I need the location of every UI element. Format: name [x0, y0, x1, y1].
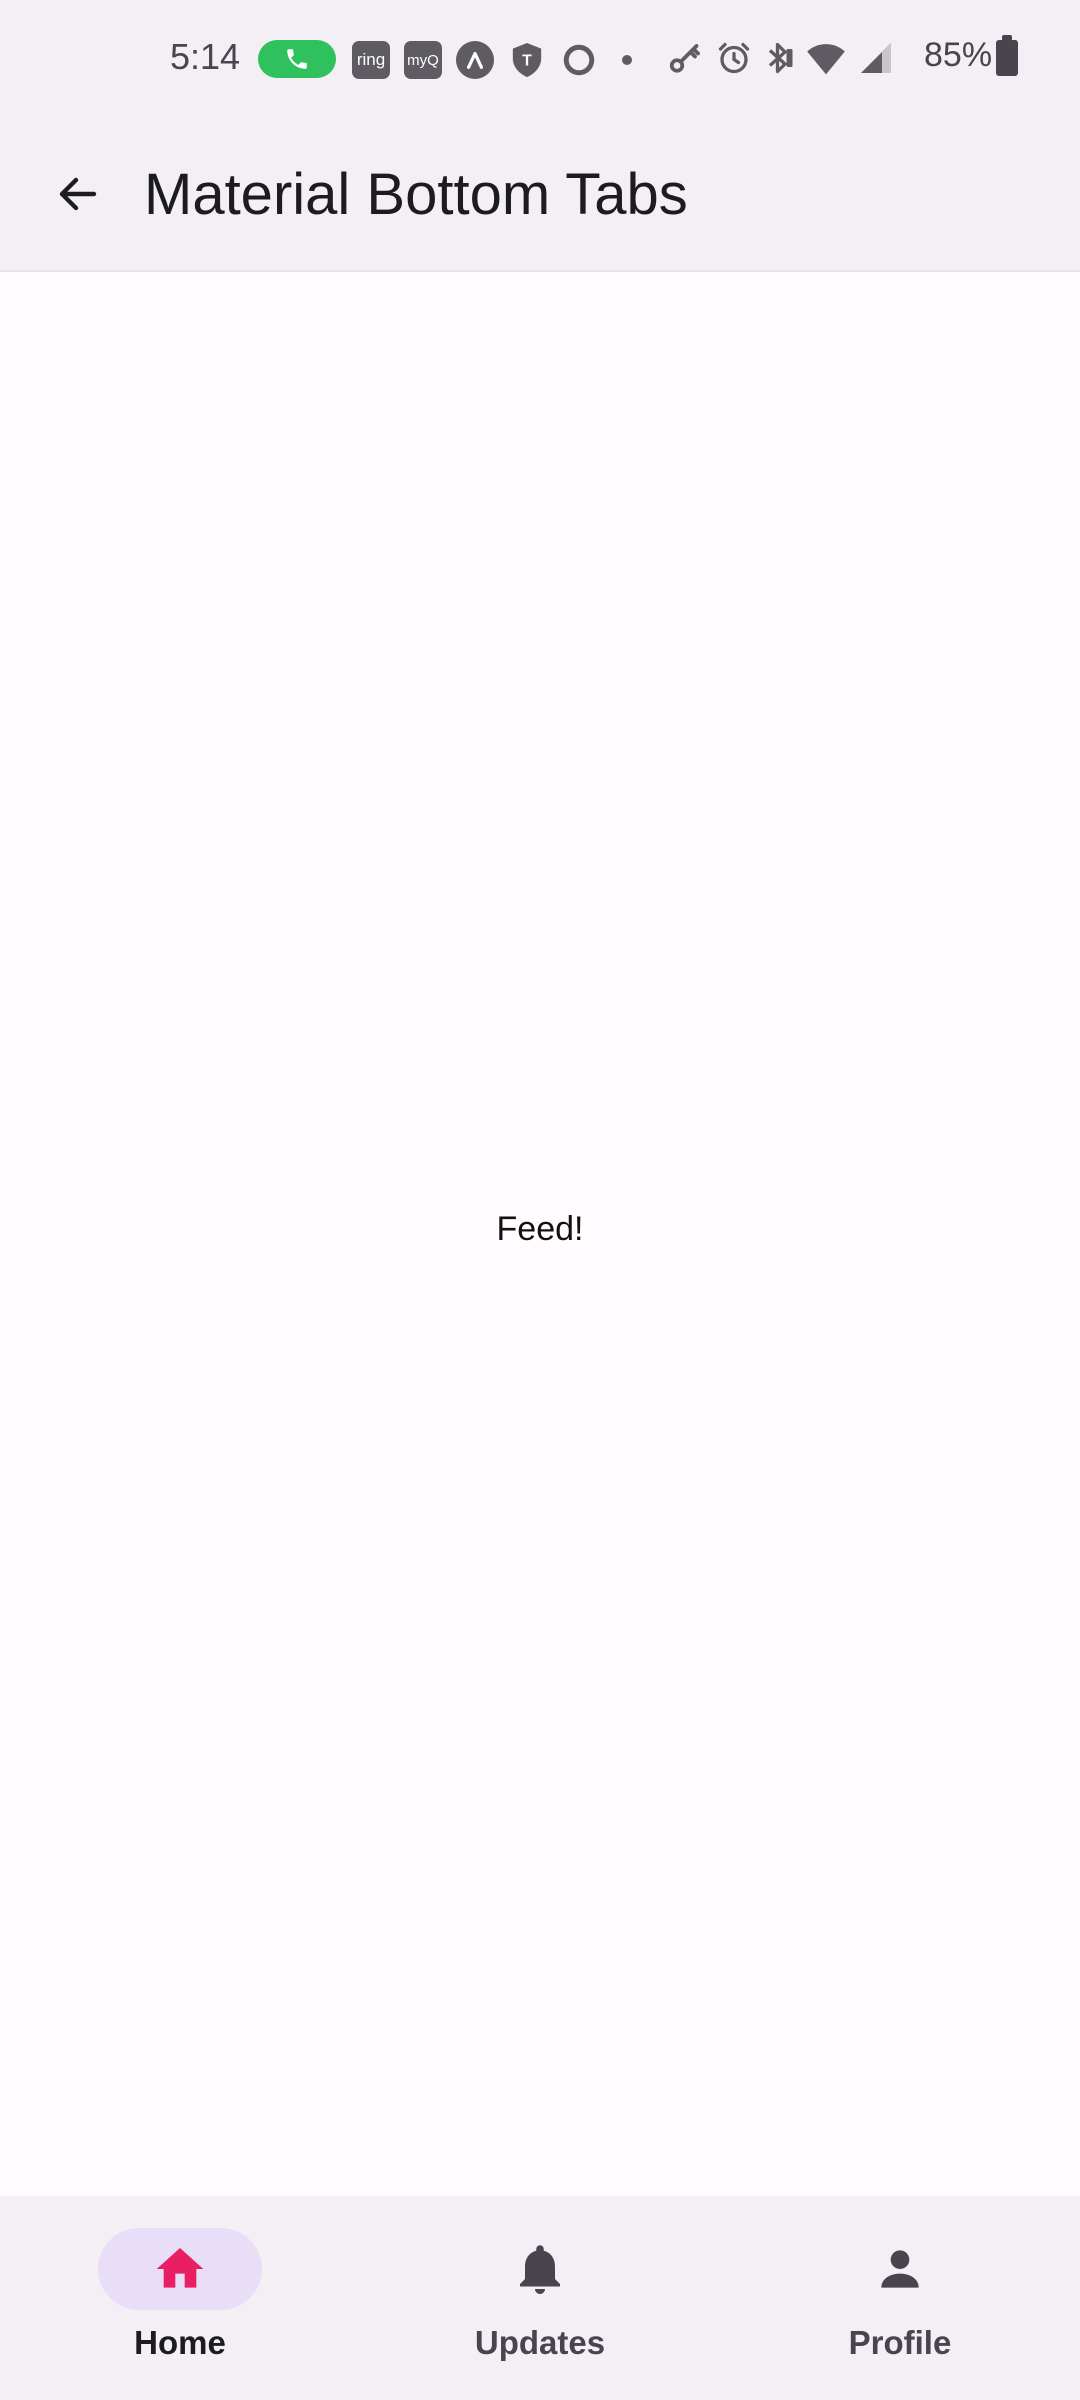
status-bar: 5:14 ring myQ T 85%	[0, 0, 1080, 120]
call-active-icon[interactable]	[258, 40, 336, 78]
active-indicator	[98, 2228, 262, 2310]
alarm-icon	[716, 40, 752, 81]
home-icon	[156, 2248, 204, 2288]
vpn-key-icon	[668, 40, 704, 81]
tab-profile-icon-container	[818, 2228, 982, 2310]
bell-icon	[520, 2245, 560, 2294]
tab-updates-icon-container	[458, 2228, 622, 2310]
tab-home[interactable]: Home	[0, 2196, 360, 2400]
tab-updates-label: Updates	[474, 2324, 606, 2361]
battery-icon	[996, 35, 1018, 76]
bluetooth-icon	[764, 40, 794, 81]
myq-label: myQ	[407, 51, 439, 69]
person-icon	[881, 2250, 919, 2288]
tmobile-shield-icon: T	[508, 40, 546, 80]
tab-home-label: Home	[134, 2324, 226, 2361]
tab-updates[interactable]: Updates	[360, 2196, 720, 2400]
dot-icon	[612, 40, 642, 80]
top-app-bar: Material Bottom Tabs	[0, 120, 1080, 272]
circle-app-icon	[560, 40, 598, 80]
tab-profile-label: Profile	[848, 2324, 952, 2361]
back-button[interactable]	[40, 156, 116, 232]
wifi-icon	[806, 40, 846, 81]
myq-icon: myQ	[404, 41, 442, 79]
screen-content: Feed!	[0, 272, 1080, 2196]
page-title: Material Bottom Tabs	[144, 162, 688, 227]
cellular-signal-icon	[858, 40, 894, 81]
arc-icon	[456, 41, 494, 79]
feed-text: Feed!	[496, 1210, 584, 1248]
ring-icon: ring	[352, 41, 390, 79]
battery-percent: 85%	[924, 36, 993, 74]
bottom-navigation: Home Updates Profile	[0, 2196, 1080, 2400]
ring-label: ring	[356, 50, 386, 69]
status-time: 5:14	[170, 36, 241, 77]
svg-text:T: T	[522, 53, 532, 70]
arrow-back-icon	[59, 177, 97, 211]
tab-profile[interactable]: Profile	[720, 2196, 1080, 2400]
